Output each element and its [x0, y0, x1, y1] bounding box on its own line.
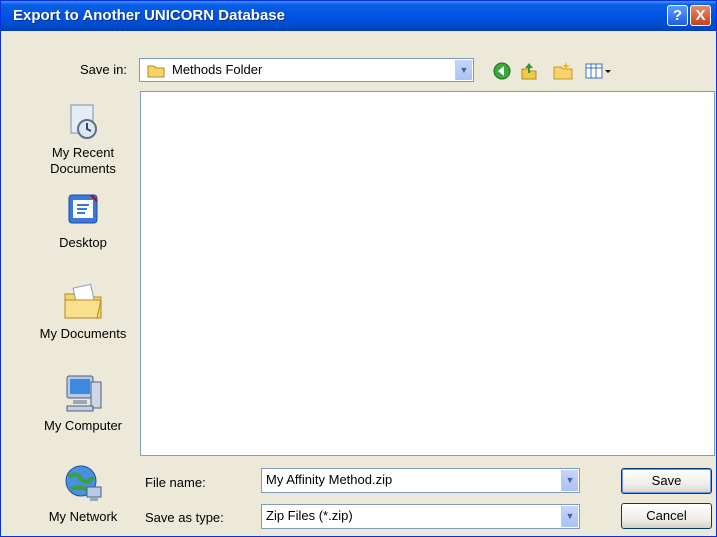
back-icon[interactable]: [492, 61, 512, 86]
place-label: My Recent Documents: [50, 145, 116, 176]
place-my-documents[interactable]: My Documents: [35, 280, 131, 341]
file-list-view[interactable]: [140, 91, 715, 456]
file-name-value: My Affinity Method.zip: [266, 472, 393, 487]
new-folder-icon[interactable]: [552, 61, 574, 86]
place-my-computer[interactable]: My Computer: [35, 372, 131, 433]
chevron-down-icon[interactable]: ▼: [455, 60, 472, 80]
desktop-icon: [68, 194, 98, 224]
place-desktop[interactable]: Desktop: [35, 191, 131, 250]
my-documents-icon: [64, 283, 102, 319]
place-label: My Network: [48, 509, 118, 524]
views-menu-icon[interactable]: [584, 61, 612, 86]
place-label: My Documents: [39, 326, 127, 341]
window-title: Export to Another UNICORN Database: [13, 7, 285, 24]
chevron-down-icon[interactable]: ▼: [561, 470, 578, 491]
folder-icon: [147, 63, 165, 83]
cancel-button[interactable]: Cancel: [621, 503, 712, 529]
file-name-input[interactable]: My Affinity Method.zip ▼: [261, 468, 580, 493]
file-name-label: File name:: [145, 475, 206, 490]
chevron-down-icon[interactable]: ▼: [561, 506, 578, 527]
save-in-label: Save in:: [80, 62, 127, 77]
place-my-network[interactable]: My Network: [35, 463, 131, 524]
place-label: My Computer: [43, 418, 123, 433]
place-my-recent-documents[interactable]: My Recent Documents: [35, 101, 131, 177]
export-dialog: Export to Another UNICORN Database ? X S…: [0, 0, 717, 537]
save-as-type-dropdown[interactable]: Zip Files (*.zip) ▼: [261, 504, 580, 529]
save-button[interactable]: Save: [621, 468, 712, 494]
close-button[interactable]: X: [690, 5, 711, 26]
recent-documents-icon: [70, 104, 97, 139]
my-computer-icon: [66, 375, 102, 412]
save-in-dropdown[interactable]: Methods Folder ▼: [139, 58, 474, 82]
places-bar: My Recent Documents Desktop My Documents: [35, 91, 131, 531]
save-as-type-value: Zip Files (*.zip): [266, 508, 353, 523]
save-as-type-label: Save as type:: [145, 510, 224, 525]
my-network-icon: [65, 465, 102, 501]
title-bar[interactable]: Export to Another UNICORN Database ? X: [1, 1, 716, 31]
save-in-value: Methods Folder: [172, 62, 263, 77]
place-label: Desktop: [59, 235, 107, 250]
up-folder-icon[interactable]: [519, 61, 539, 86]
help-button[interactable]: ?: [667, 5, 688, 26]
